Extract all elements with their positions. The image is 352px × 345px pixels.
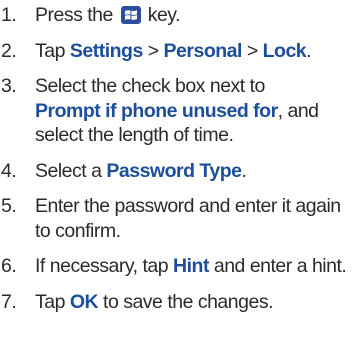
step-text: Select a xyxy=(35,159,107,182)
step-5: 5. Enter the password and enter it again… xyxy=(0,194,352,243)
hint-keyword: Hint xyxy=(173,255,209,277)
step-number: 4. xyxy=(1,159,17,182)
step-number: 7. xyxy=(1,290,17,313)
step-number: 2. xyxy=(1,39,17,62)
ok-keyword: OK xyxy=(69,290,99,313)
separator: > xyxy=(241,39,263,62)
step-text: Enter the password and enter it again to… xyxy=(35,195,341,242)
step-text: Select the check box next to xyxy=(35,75,265,97)
personal-keyword: Personal xyxy=(163,39,243,62)
step-number: 5. xyxy=(1,195,17,217)
step-text-end: to save the changes. xyxy=(98,290,273,313)
step-text: Press the xyxy=(35,4,118,26)
step-text-end: key. xyxy=(142,4,181,26)
step-number: 1. xyxy=(1,4,17,26)
step-1: 1. Press the key. xyxy=(0,3,352,28)
step-2: 2. Tap Settings > Personal > Lock. xyxy=(0,39,352,64)
instruction-steps: 1. Press the key. 2. Tap Settings > Pers… xyxy=(0,0,352,314)
step-number: 3. xyxy=(1,75,17,97)
separator: > xyxy=(142,39,164,62)
step-text: Tap xyxy=(35,39,70,62)
step-number: 6. xyxy=(1,255,17,277)
windows-start-key-icon xyxy=(120,6,141,24)
step-3: 3. Select the check box next to Prompt if… xyxy=(0,74,352,148)
step-text: Tap xyxy=(35,290,70,313)
prompt-keyword: Prompt if phone unused for xyxy=(35,99,278,122)
step-text-end: . xyxy=(306,39,312,62)
step-4: 4. Select a Password Type. xyxy=(0,159,352,184)
step-6: 6. If necessary, tap Hint and enter a hi… xyxy=(0,254,352,279)
step-7: 7. Tap OK to save the changes. xyxy=(0,290,352,315)
password-type-keyword: Password Type xyxy=(106,159,242,182)
step-text-end: and enter a hint. xyxy=(208,255,347,277)
step-text-end: . xyxy=(241,159,247,182)
step-text: If necessary, tap xyxy=(35,255,174,277)
settings-keyword: Settings xyxy=(69,39,143,62)
lock-keyword: Lock xyxy=(262,39,307,62)
